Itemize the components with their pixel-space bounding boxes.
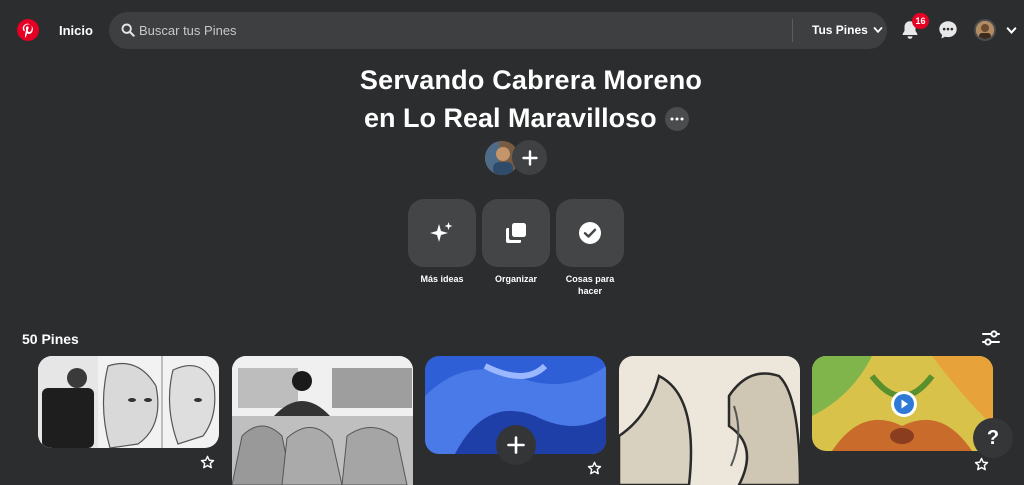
plus-icon [521,149,538,166]
board-more-options-button[interactable] [664,106,689,131]
pin-card-2[interactable] [232,356,413,485]
filter-sliders-icon[interactable] [981,328,1001,348]
pin-image-1 [38,356,219,448]
plus-icon [507,436,525,454]
pinterest-logo-icon[interactable] [16,18,40,42]
top-navigation-bar: Inicio Tus Pines 16 [0,0,1024,62]
add-pin-button[interactable] [496,425,536,465]
more-ideas-action[interactable]: Más ideas [408,199,476,285]
search-scope-dropdown[interactable]: Tus Pines [812,23,883,37]
organize-icon [506,223,526,243]
help-button[interactable]: ? [973,418,1013,458]
search-bar[interactable]: Tus Pines [109,12,887,49]
organize-action[interactable]: Organizar [482,199,550,285]
save-star-icon[interactable] [974,457,989,472]
user-avatar[interactable] [974,19,996,41]
checkmark-icon [579,222,601,244]
search-icon [121,23,135,37]
notifications-badge: 16 [912,13,929,29]
organize-button[interactable] [482,199,550,267]
search-divider [792,19,793,42]
save-star-icon[interactable] [587,461,602,476]
organize-label: Organizar [494,274,537,284]
add-collaborator-button[interactable] [512,140,547,175]
search-input[interactable] [139,12,779,49]
more-ideas-button[interactable] [408,199,476,267]
video-play-button[interactable] [891,391,917,417]
user-avatar-image [976,21,994,39]
sparkle-icon [430,222,453,242]
todo-action[interactable]: Cosas para hacer [556,199,624,297]
nav-home-link[interactable]: Inicio [59,23,93,38]
pins-count: 50 Pines [22,331,79,347]
ellipsis-icon [670,117,684,120]
search-scope-label: Tus Pines [812,23,868,37]
messages-chat-icon[interactable] [937,19,959,41]
board-title-line1: Servando Cabrera Moreno [359,65,703,95]
pin-image-2 [232,356,413,485]
pin-card-4[interactable] [619,356,800,485]
board-title-line2: en Lo Real Maravilloso [364,103,657,133]
board-collaborators [485,140,547,177]
board-title-line2-row: en Lo Real Maravilloso [364,103,689,134]
pin-image-4 [619,356,800,485]
chevron-down-icon [873,27,883,34]
save-star-icon[interactable] [200,455,215,470]
account-chevron-down-icon[interactable] [1006,25,1017,36]
play-icon [894,394,914,414]
todo-button[interactable] [556,199,624,267]
todo-label: Cosas para hacer [565,274,615,296]
more-ideas-label: Más ideas [420,274,464,284]
pin-card-1[interactable] [38,356,219,448]
